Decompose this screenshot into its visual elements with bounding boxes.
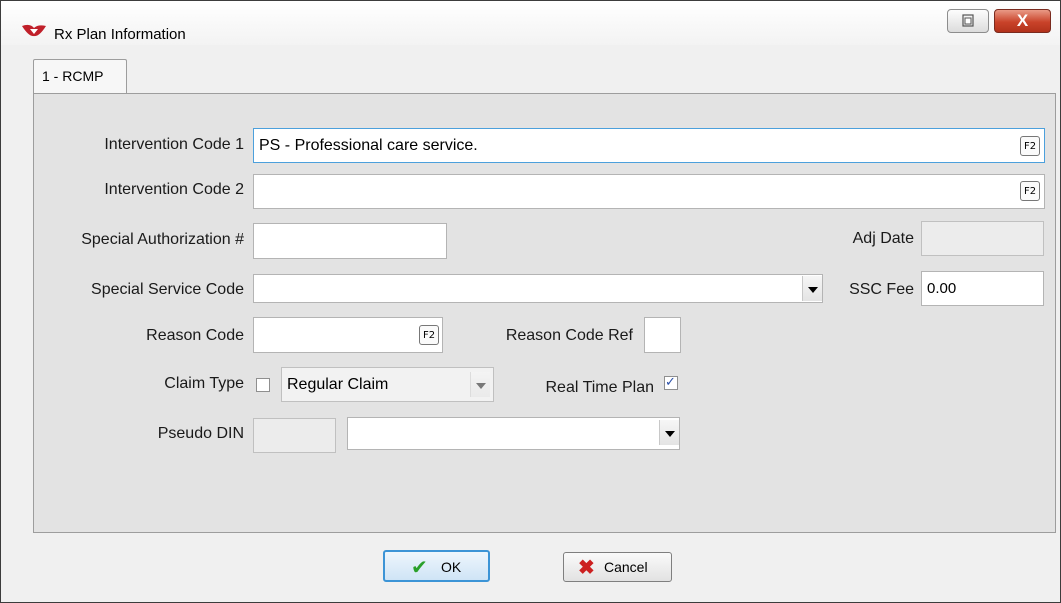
- pseudo-din-input: [253, 418, 336, 453]
- tab-label: 1 - RCMP: [42, 68, 104, 84]
- intervention-code-1-input[interactable]: PS - Professional care service.: [253, 128, 1045, 163]
- real-time-plan-label: Real Time Plan: [545, 379, 655, 396]
- tab-rcmp[interactable]: 1 - RCMP: [33, 59, 127, 95]
- special-service-code-select[interactable]: [253, 274, 823, 303]
- intervention-code-2-input[interactable]: [253, 174, 1045, 209]
- ok-button[interactable]: ✔ OK: [383, 550, 490, 582]
- dialog-window: Rx Plan Information X 1 - RCMP Intervent…: [0, 0, 1061, 603]
- reason-code-input[interactable]: [253, 317, 443, 353]
- special-authorization-label: Special Authorization #: [81, 231, 244, 248]
- window-title: Rx Plan Information: [54, 26, 186, 43]
- real-time-plan-checkbox[interactable]: [664, 374, 678, 390]
- intervention-code-1-value: PS - Professional care service.: [259, 137, 478, 154]
- adj-date-label: Adj Date: [852, 230, 914, 247]
- ssc-fee-input[interactable]: 0.00: [921, 271, 1044, 306]
- ok-label: OK: [441, 559, 462, 575]
- special-service-code-label: Special Service Code: [91, 281, 244, 298]
- claim-type-select[interactable]: Regular Claim: [281, 367, 494, 402]
- special-service-code-dropdown-icon[interactable]: [802, 276, 822, 301]
- intervention-code-1-lookup-button[interactable]: F2: [1020, 136, 1040, 156]
- adj-date-input: [921, 221, 1044, 256]
- intervention-code-1-label: Intervention Code 1: [104, 136, 244, 153]
- pseudo-din-select[interactable]: [347, 417, 680, 450]
- claim-type-value: Regular Claim: [287, 376, 389, 393]
- close-icon: X: [1016, 11, 1029, 30]
- title-bar[interactable]: Rx Plan Information X: [1, 1, 1060, 45]
- intervention-code-2-lookup-button[interactable]: F2: [1020, 181, 1040, 201]
- claim-type-label: Claim Type: [164, 375, 244, 392]
- reason-code-label: Reason Code: [146, 327, 244, 344]
- special-authorization-input[interactable]: [253, 223, 447, 259]
- claim-type-dropdown-icon[interactable]: [470, 372, 490, 397]
- restore-button[interactable]: [947, 9, 989, 33]
- pseudo-din-label: Pseudo DIN: [157, 425, 244, 442]
- rx-logo-icon: [22, 24, 46, 37]
- ssc-fee-label: SSC Fee: [849, 281, 914, 298]
- reason-code-ref-label: Reason Code Ref: [505, 327, 633, 344]
- reason-code-lookup-button[interactable]: F2: [419, 325, 439, 345]
- cancel-button[interactable]: ✖ Cancel: [563, 552, 672, 582]
- pseudo-din-dropdown-icon[interactable]: [659, 420, 679, 445]
- intervention-code-2-label: Intervention Code 2: [104, 181, 244, 198]
- claim-type-checkbox[interactable]: [256, 378, 270, 392]
- close-button[interactable]: X: [994, 9, 1051, 33]
- cancel-label: Cancel: [604, 559, 648, 575]
- dialog-footer: [1, 534, 1060, 602]
- cancel-x-icon: ✖: [578, 557, 595, 579]
- reason-code-ref-input[interactable]: [644, 317, 681, 353]
- ssc-fee-value: 0.00: [927, 280, 957, 297]
- checkmark-icon: ✔: [411, 557, 428, 579]
- restore-icon: [962, 14, 974, 27]
